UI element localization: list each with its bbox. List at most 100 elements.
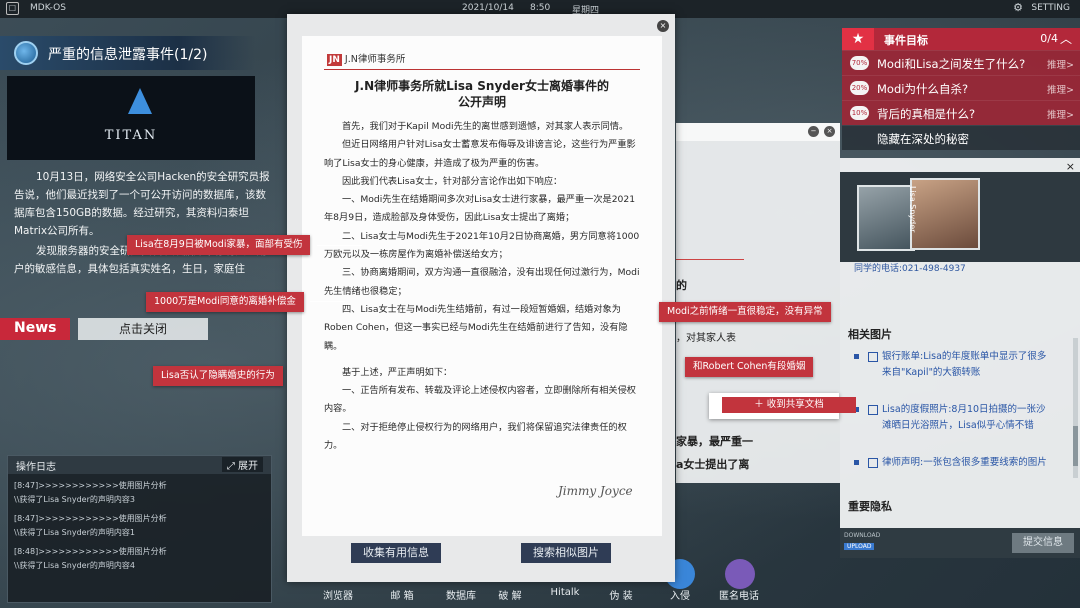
- system-date: 2021/10/14: [462, 3, 514, 13]
- image-clue-item[interactable]: 律师声明:一张包含很多重要线索的图片: [850, 455, 1050, 471]
- titan-mark-icon: [128, 88, 152, 114]
- titan-logo-text: TITAN: [104, 128, 158, 143]
- statement-paragraph[interactable]: 因此我们代表Lisa女士，针对部分言论作出如下响应：: [324, 173, 644, 191]
- divider: [324, 69, 640, 70]
- callout-tag[interactable]: Lisa在8月9日被Modi家暴，面部有受伤: [127, 235, 311, 255]
- portrait-label: Lisa Snyder: [908, 186, 917, 233]
- goal-question: Modi和Lisa之间发生了什么?: [877, 57, 1026, 71]
- event-goal-item-hidden: 隐藏在深处的秘密: [842, 125, 1080, 150]
- statement-body: 首先，我们对于Kapil Modi先生的离世感到遗憾，对其家人表示同情。 但近日…: [324, 118, 644, 455]
- collect-to-shared-button[interactable]: ＋ 收到共享文档: [722, 397, 856, 413]
- close-news-button[interactable]: 点击关闭: [78, 318, 208, 340]
- scrollbar[interactable]: [1073, 338, 1078, 478]
- lawyer-signature: Jimmy Joyce: [558, 484, 633, 498]
- statement-paragraph[interactable]: 三、协商离婚期间，双方沟通一直很融洽，没有出现任何过激行为，Modi先生情绪也很…: [324, 264, 644, 301]
- image-icon: [868, 352, 878, 362]
- statement-paragraph[interactable]: 二、Lisa女士与Modi先生于2021年10月2日协商离婚，男方同意将1000…: [324, 228, 644, 265]
- taskbar-database[interactable]: 数据库: [436, 587, 486, 602]
- doc-text: a女士提出了离: [676, 458, 750, 471]
- image-clue-text: Lisa的度假照片:8月10日拍摄的一张沙滩晒日光浴照片，Lisa似乎心情不错: [882, 404, 1046, 431]
- log-line: \\获得了Lisa Snyder的声明内容3: [14, 495, 135, 504]
- taskbar-crack[interactable]: 破 解: [485, 587, 535, 602]
- callout-tag[interactable]: 1000万是Modi同意的离婚补偿金: [146, 292, 304, 312]
- log-line: \\获得了Lisa Snyder的声明内容4: [14, 561, 135, 570]
- reason-button[interactable]: 推理>: [1047, 57, 1074, 71]
- scrollbar-thumb[interactable]: [1073, 426, 1078, 466]
- upload-label: UPLOAD: [844, 543, 875, 550]
- statement-title: J.N律师事务所就Lisa Snyder女士离婚事件的 公开声明: [302, 78, 662, 110]
- image-clue-item[interactable]: 银行账单:Lisa的年度账单中显示了很多来自"Kapil"的大额转账: [850, 349, 1050, 381]
- taskbar-anon-call[interactable]: 匿名电话: [714, 587, 764, 602]
- reason-button[interactable]: 推理>: [1047, 107, 1074, 121]
- news-paragraph: 10月13日，网络安全公司Hacken的安全研究员报告说，他们最近找到了一个可公…: [14, 171, 270, 237]
- log-item: [8:48]>>>>>>>>>>>>使用图片分析 \\获得了Lisa Snyder…: [8, 540, 271, 573]
- close-icon[interactable]: ×: [657, 20, 669, 32]
- expand-label: 展开: [238, 461, 258, 472]
- callout-tag[interactable]: Modi之前情绪一直很稳定，没有异常: [659, 302, 831, 322]
- character-portraits: Lisa Snyder: [840, 172, 1080, 262]
- collect-label: 收到共享文档: [766, 399, 824, 410]
- download-label: DOWNLOAD: [844, 532, 881, 539]
- log-line: [8:48]>>>>>>>>>>>>使用图片分析: [14, 547, 167, 556]
- event-goal-item[interactable]: 20% Modi为什么自杀? 推理>: [842, 75, 1080, 100]
- callout-tag[interactable]: 和Robert Cohen有段婚姻: [685, 357, 814, 377]
- firm-logo: JN: [327, 54, 342, 66]
- event-goals-title: 事件目标: [884, 34, 928, 47]
- taskbar-hitalk[interactable]: Hitalk: [540, 587, 590, 598]
- search-similar-button[interactable]: 搜索相似图片: [521, 543, 611, 563]
- taskbar-disguise[interactable]: 伪 装: [596, 587, 646, 602]
- callout-connector: [310, 301, 345, 302]
- setting-button[interactable]: SETTING: [1031, 3, 1070, 13]
- expand-log-button[interactable]: ⤢ 展开: [221, 457, 263, 472]
- event-goal-item[interactable]: 10% 背后的真相是什么? 推理>: [842, 100, 1080, 125]
- clue-info-panel: × Lisa Snyder 同学的电话:021-498-4937 相关图片 银行…: [840, 158, 1080, 558]
- private-heading: 重要隐私: [848, 500, 892, 513]
- news-title: 严重的信息泄露事件(1/2): [48, 47, 208, 63]
- news-tag: News: [0, 318, 70, 340]
- image-clue-item[interactable]: Lisa的度假照片:8月10日拍摄的一张沙滩晒日光浴照片，Lisa似乎心情不错: [850, 402, 1050, 434]
- statement-paragraph[interactable]: 二、对于拒绝停止侵权行为的网络用户，我们将保留追究法律责任的权力。: [324, 419, 644, 456]
- statement-paragraph[interactable]: 基于上述，严正声明如下：: [324, 364, 644, 382]
- taskbar-intrude[interactable]: 入侵: [655, 587, 705, 602]
- reason-button[interactable]: 推理>: [1047, 82, 1074, 96]
- bullet: [854, 460, 859, 465]
- statement-paragraph[interactable]: 但近日网络用户针对Lisa女士蓄意发布侮辱及诽谤言论，这些行为严重影响了Lisa…: [324, 136, 644, 173]
- title-line: 公开声明: [457, 95, 506, 109]
- log-line: [8:47]>>>>>>>>>>>>使用图片分析: [14, 481, 167, 490]
- statement-viewer-window: × JN J.N律师事务所 J.N律师事务所就Lisa Snyder女士离婚事件的…: [287, 14, 675, 582]
- related-images-heading: 相关图片: [848, 328, 892, 341]
- statement-paragraph[interactable]: 一、Modi先生在结婚期间多次对Lisa女士进行家暴，最严重一次是2021年8月…: [324, 191, 644, 228]
- phone-clue[interactable]: 同学的电话:021-498-4937: [854, 261, 966, 274]
- goal-question: 隐藏在深处的秘密: [877, 132, 969, 146]
- image-icon: [868, 458, 878, 468]
- title-line: J.N律师事务所就Lisa Snyder女士离婚事件的: [355, 79, 609, 93]
- image-clue-text: 银行账单:Lisa的年度账单中显示了很多来自"Kapil"的大额转账: [882, 351, 1047, 378]
- statement-paragraph[interactable]: 首先，我们对于Kapil Modi先生的离世感到遗憾，对其家人表示同情。: [324, 118, 644, 136]
- bullet: [854, 354, 859, 359]
- image-clue-text: 律师声明:一张包含很多重要线索的图片: [882, 457, 1047, 468]
- statement-document: JN J.N律师事务所 J.N律师事务所就Lisa Snyder女士离婚事件的 公…: [302, 36, 662, 536]
- os-logo-icon[interactable]: ☐: [6, 2, 19, 15]
- callout-connector: [317, 245, 362, 246]
- goal-progress: 70%: [850, 56, 869, 70]
- gear-icon[interactable]: ⚙: [1013, 1, 1023, 14]
- taskbar-browser[interactable]: 浏览器: [313, 587, 363, 602]
- phone-icon[interactable]: [725, 559, 755, 589]
- operation-log-panel: 操作日志 ⤢ 展开 [8:47]>>>>>>>>>>>>使用图片分析 \\获得了L…: [7, 455, 272, 603]
- taskbar-mail[interactable]: 邮 箱: [377, 587, 427, 602]
- news-bar: News 点击关闭: [0, 318, 210, 340]
- doc-text: ，对其家人表: [676, 333, 736, 344]
- close-icon[interactable]: ×: [824, 126, 835, 137]
- statement-paragraph[interactable]: 四、Lisa女士在与Modi先生结婚前，有过一段短暂婚姻，结婚对象为Roben …: [324, 301, 644, 356]
- info-footer: DOWNLOAD UPLOAD 提交信息: [840, 528, 1080, 558]
- firm-header: JN J.N律师事务所: [327, 51, 405, 66]
- log-line: [8:47]>>>>>>>>>>>>使用图片分析: [14, 514, 167, 523]
- collect-info-button[interactable]: 收集有用信息: [351, 543, 441, 563]
- minimize-icon[interactable]: −: [808, 126, 819, 137]
- event-goal-item[interactable]: 70% Modi和Lisa之间发生了什么? 推理>: [842, 50, 1080, 75]
- callout-tag[interactable]: Lisa否认了隐瞒婚史的行为: [153, 366, 283, 386]
- submit-info-button[interactable]: 提交信息: [1012, 533, 1074, 553]
- system-time: 8:50: [530, 3, 551, 13]
- statement-paragraph[interactable]: 一、正告所有发布、转载及评论上述侵权内容者，立即删除所有相关侵权内容。: [324, 382, 644, 419]
- chevron-up-icon[interactable]: ︿: [1060, 30, 1072, 47]
